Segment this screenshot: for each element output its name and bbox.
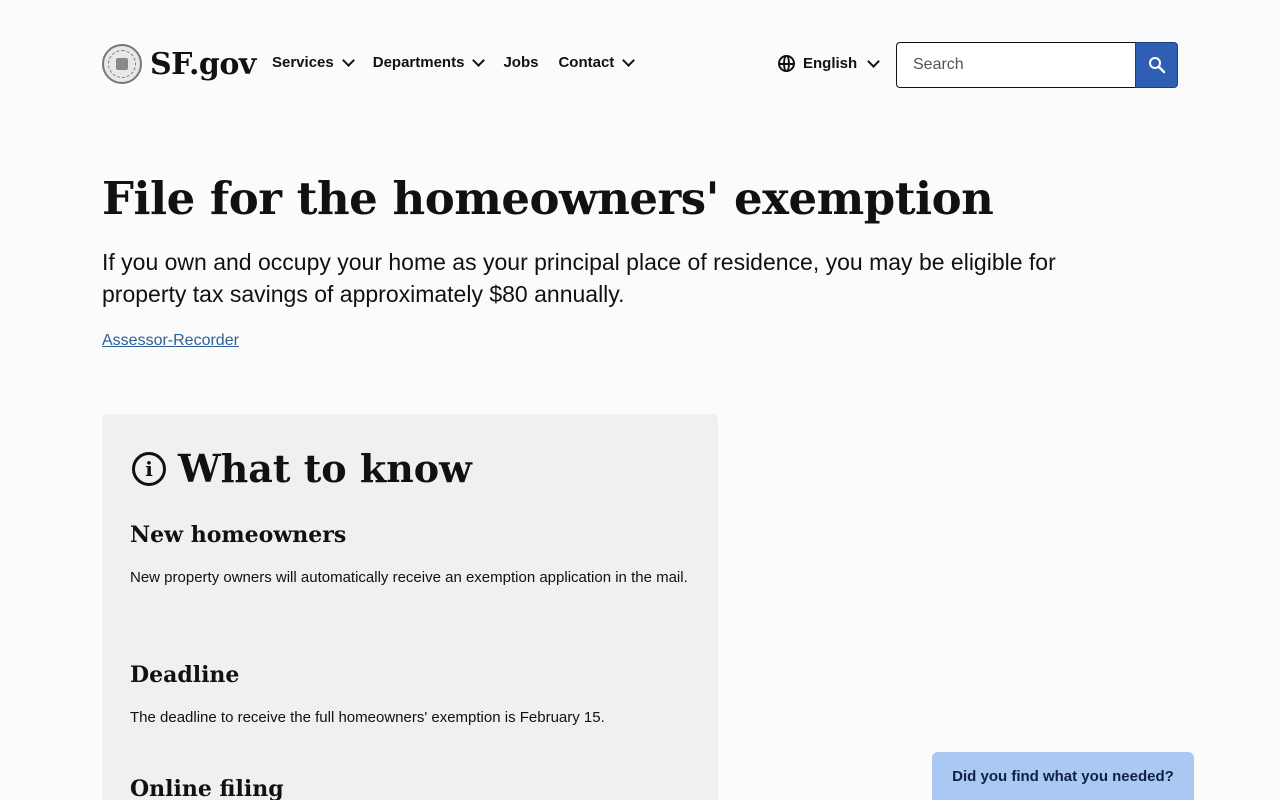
nav-item-departments[interactable]: Departments [372, 54, 486, 71]
language-selector[interactable]: English [778, 55, 881, 72]
card-heading-text: What to know [178, 446, 472, 491]
search-button[interactable] [1135, 42, 1178, 88]
section-body-new-homeowners: New property owners will automatically r… [130, 569, 688, 586]
nav-label: Contact [558, 54, 615, 71]
language-label: English [803, 55, 858, 72]
section-body-deadline: The deadline to receive the full homeown… [130, 709, 605, 726]
page-intro: If you own and occupy your home as your … [102, 249, 1056, 307]
main-nav: Services Departments Jobs Contact [272, 54, 636, 71]
nav-item-contact[interactable]: Contact [558, 54, 636, 71]
sfgov-logo[interactable]: SF.gov [102, 44, 256, 84]
info-icon: i [132, 451, 166, 486]
search-icon [1148, 57, 1165, 74]
what-to-know-card: i What to know New homeowners New proper… [102, 414, 718, 800]
feedback-button[interactable]: Did you find what you needed? [932, 752, 1194, 800]
globe-icon [778, 55, 795, 72]
page-title: File for the homeowners' exemption [102, 172, 994, 225]
what-to-know-heading: i What to know [132, 446, 472, 491]
chevron-down-icon [867, 55, 881, 68]
logo-text: SF.gov [150, 46, 256, 82]
chevron-down-icon [472, 54, 486, 67]
chevron-down-icon [341, 54, 355, 67]
nav-label: Jobs [503, 54, 539, 71]
chevron-down-icon [622, 54, 636, 67]
search-form [896, 42, 1178, 88]
section-title-online-filing: Online filing [130, 776, 284, 800]
site-header: SF.gov Services Departments Jobs Contact… [0, 0, 1280, 130]
search-input[interactable] [896, 42, 1135, 88]
nav-item-jobs[interactable]: Jobs [503, 54, 538, 71]
nav-label: Services [272, 54, 334, 71]
nav-label: Departments [372, 54, 465, 71]
section-title-new-homeowners: New homeowners [130, 522, 347, 548]
nav-item-services[interactable]: Services [272, 54, 355, 71]
section-title-deadline: Deadline [130, 662, 240, 688]
city-seal-icon [102, 44, 142, 84]
department-link[interactable]: Assessor-Recorder [102, 332, 239, 350]
